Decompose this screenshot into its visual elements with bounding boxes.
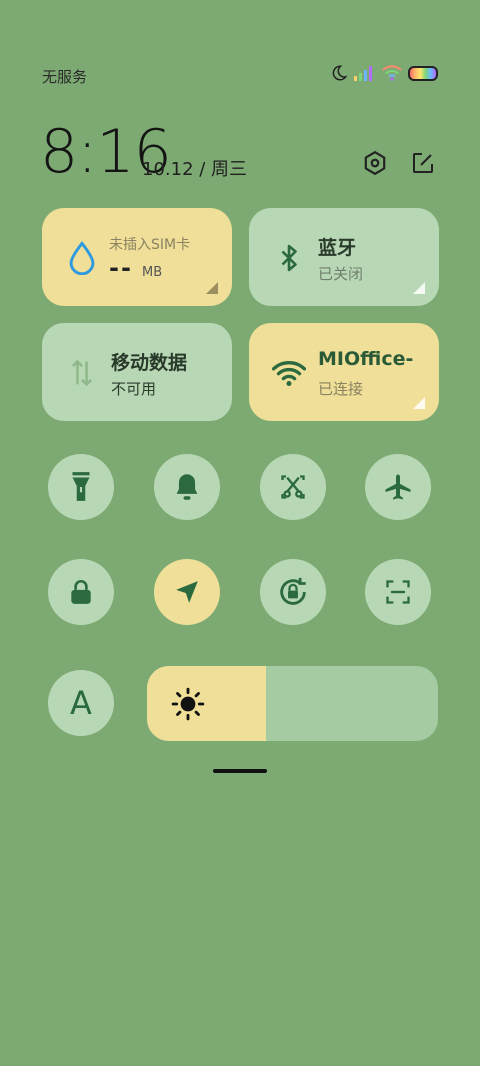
brightness-slider[interactable] bbox=[147, 666, 438, 741]
data-arrows-icon bbox=[64, 355, 100, 391]
wifi-status-icon bbox=[382, 65, 402, 81]
flashlight-icon bbox=[72, 472, 90, 501]
carrier-label: 无服务 bbox=[42, 68, 88, 86]
bell-icon bbox=[176, 474, 198, 500]
bluetooth-title: 蓝牙 bbox=[318, 237, 357, 259]
tile-expand-corner bbox=[206, 282, 218, 294]
clock-date: 10.12 / 周三 bbox=[142, 159, 248, 180]
settings-icon[interactable] bbox=[360, 148, 390, 178]
brightness-icon bbox=[171, 687, 205, 721]
status-icons bbox=[330, 64, 438, 82]
battery-icon bbox=[408, 65, 438, 81]
mobile-data-tile[interactable]: 移动数据 不可用 bbox=[42, 323, 232, 421]
scan-icon bbox=[386, 580, 410, 604]
brightness-fill bbox=[147, 666, 267, 741]
location-toggle[interactable] bbox=[154, 559, 220, 625]
font-size-button[interactable]: A bbox=[48, 670, 114, 736]
font-label: A bbox=[70, 684, 92, 722]
moon-icon bbox=[332, 65, 348, 81]
scanner-toggle[interactable] bbox=[365, 559, 431, 625]
tile-expand-corner bbox=[413, 282, 425, 294]
data-usage-title: 未插入SIM卡 bbox=[109, 237, 191, 253]
lock-icon bbox=[71, 580, 91, 604]
wifi-tile[interactable]: MIOffice- 已连接 bbox=[249, 323, 439, 421]
screenshot-toggle[interactable] bbox=[260, 454, 326, 520]
flashlight-toggle[interactable] bbox=[48, 454, 114, 520]
airplane-icon bbox=[385, 474, 411, 500]
screenshot-icon bbox=[281, 475, 305, 499]
water-drop-icon bbox=[64, 240, 100, 276]
bluetooth-icon bbox=[271, 240, 307, 276]
rotation-lock-icon bbox=[280, 577, 306, 605]
drag-handle[interactable] bbox=[213, 769, 267, 773]
bluetooth-tile[interactable]: 蓝牙 已关闭 bbox=[249, 208, 439, 306]
data-usage-readout: -- MB bbox=[109, 254, 162, 282]
data-usage-value: -- bbox=[109, 254, 133, 282]
notification-toggle[interactable] bbox=[154, 454, 220, 520]
mobile-data-status: 不可用 bbox=[111, 380, 157, 398]
location-icon bbox=[176, 581, 198, 603]
bluetooth-status: 已关闭 bbox=[318, 265, 364, 283]
wifi-status: 已连接 bbox=[318, 380, 364, 398]
edit-icon[interactable] bbox=[408, 148, 438, 178]
lock-screen-toggle[interactable] bbox=[48, 559, 114, 625]
rotation-lock-toggle[interactable] bbox=[260, 559, 326, 625]
data-usage-tile[interactable]: 未插入SIM卡 -- MB bbox=[42, 208, 232, 306]
header-actions bbox=[360, 148, 438, 178]
mobile-data-title: 移动数据 bbox=[111, 352, 188, 374]
airplane-mode-toggle[interactable] bbox=[365, 454, 431, 520]
tile-expand-corner bbox=[413, 397, 425, 409]
wifi-network-name: MIOffice- bbox=[318, 348, 414, 370]
signal-icon bbox=[354, 66, 372, 81]
data-usage-unit: MB bbox=[142, 265, 163, 280]
wifi-icon bbox=[271, 355, 307, 391]
